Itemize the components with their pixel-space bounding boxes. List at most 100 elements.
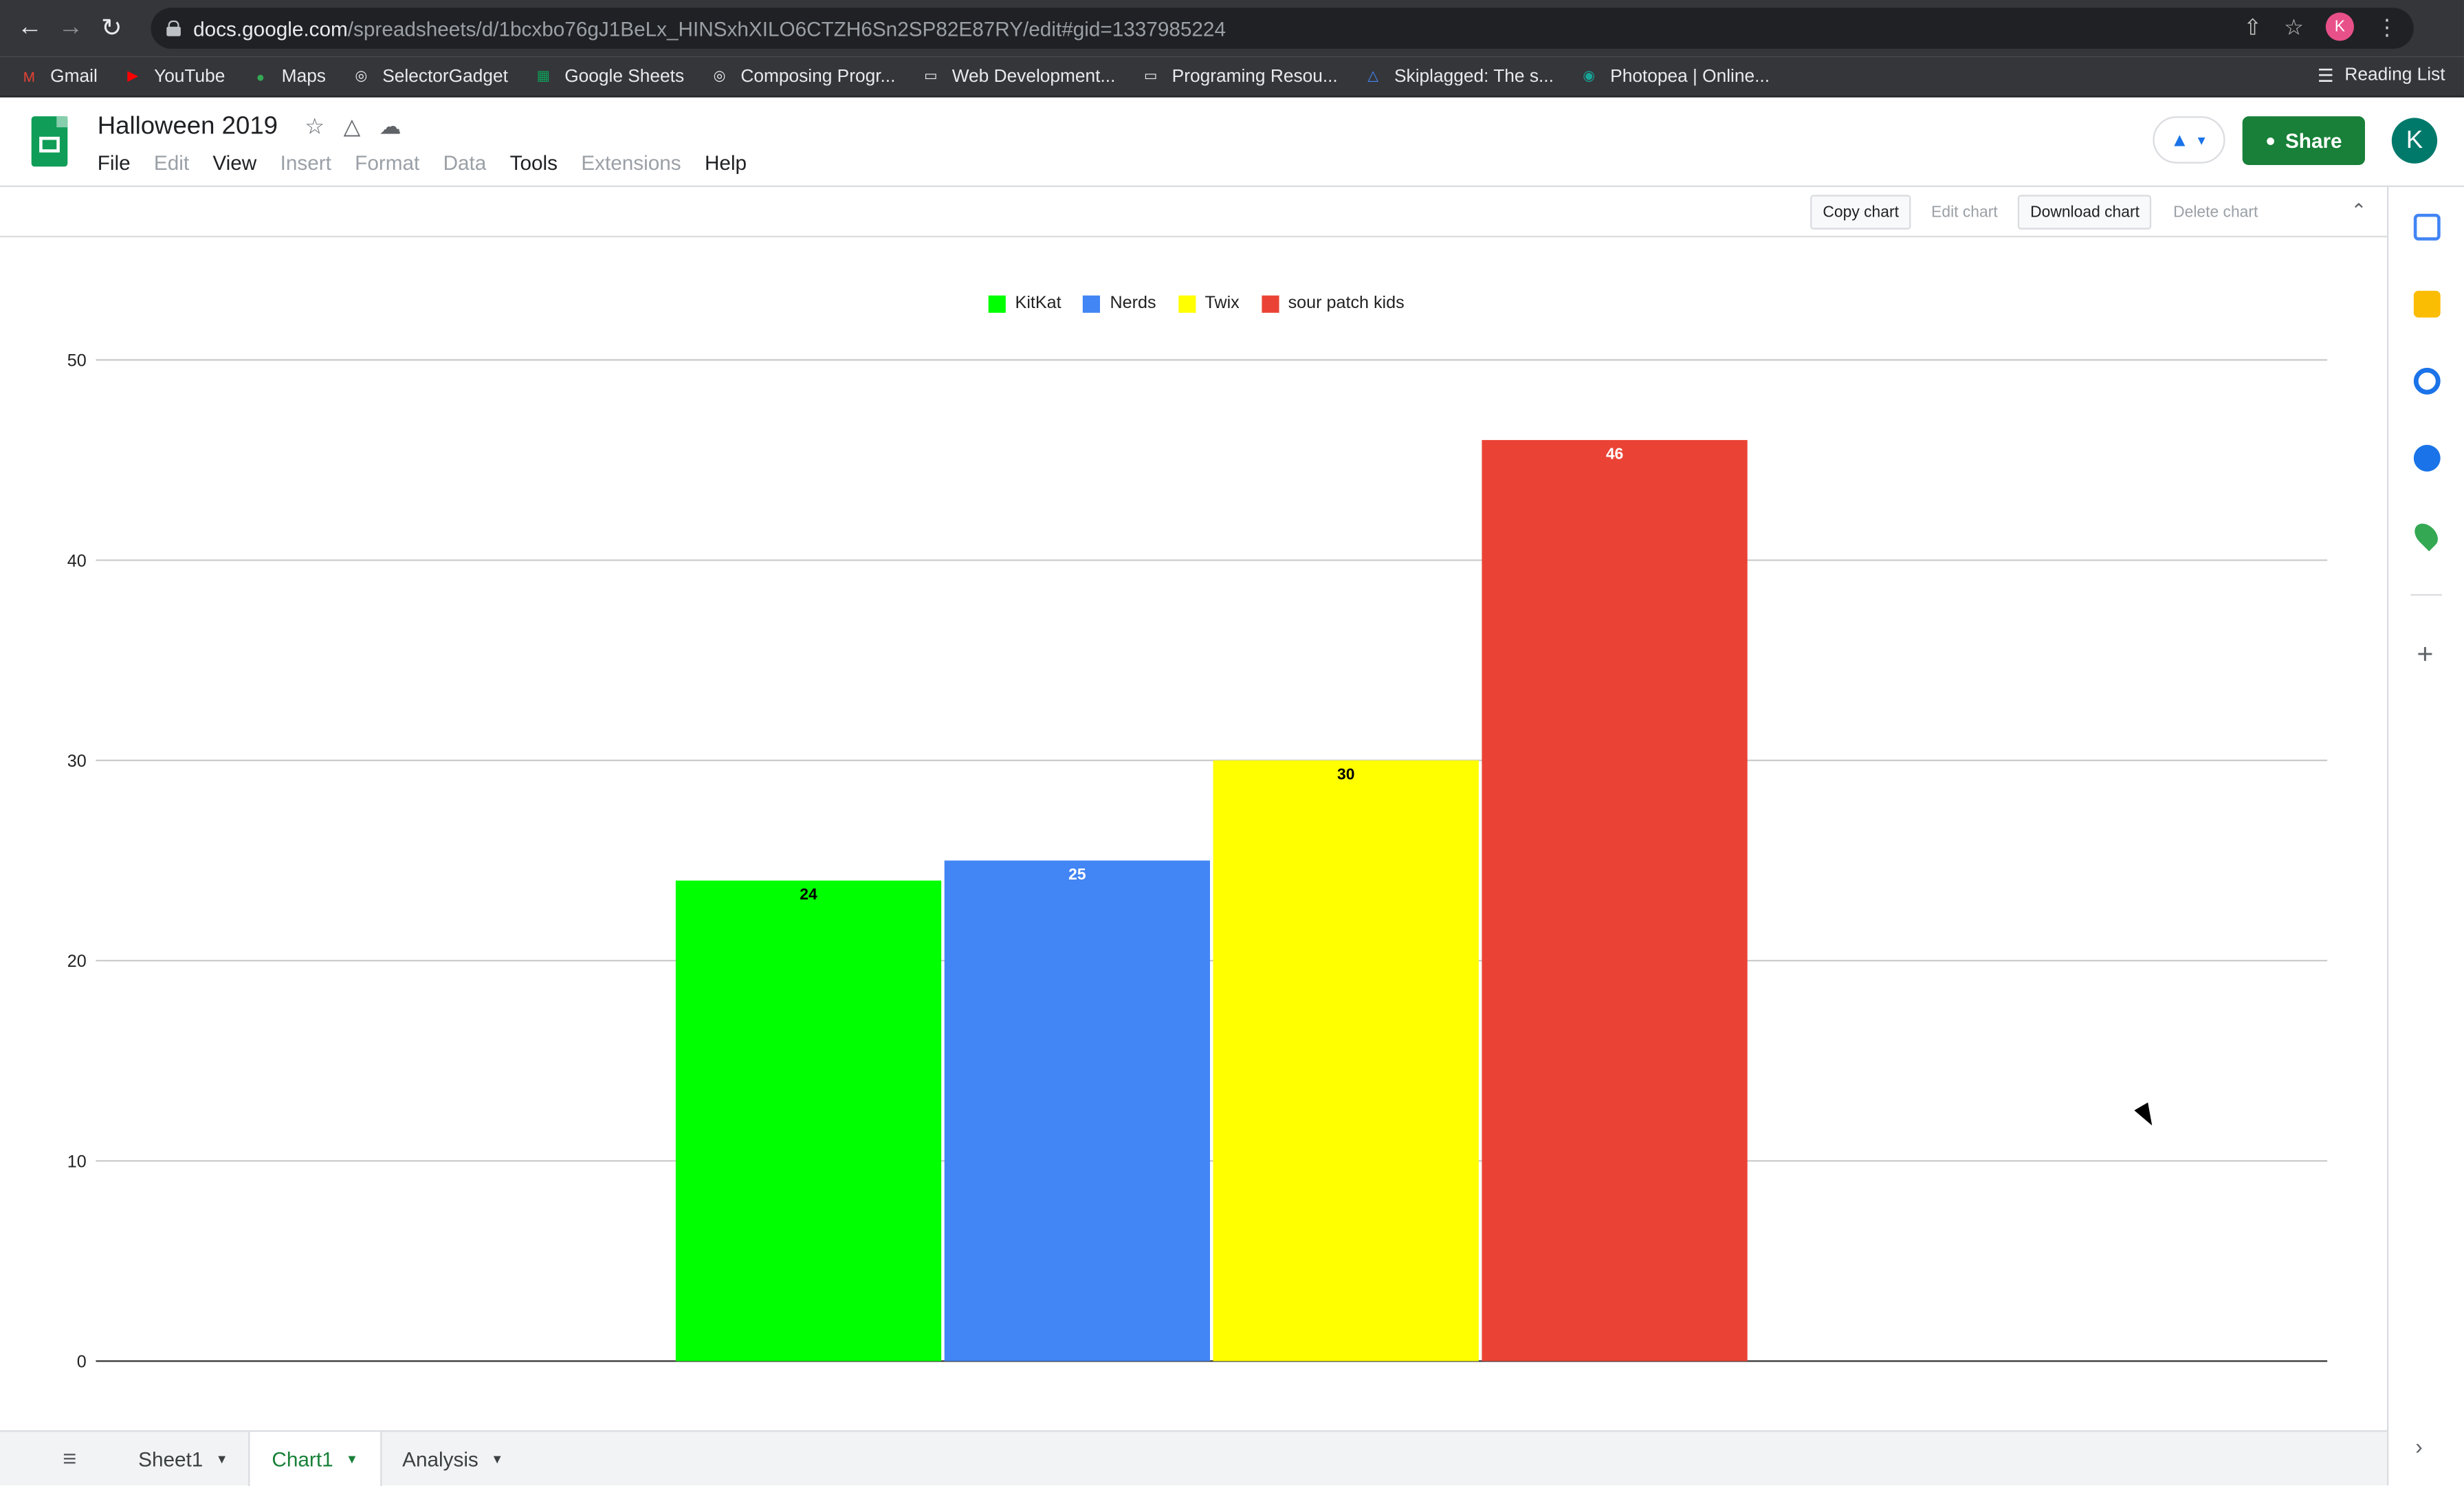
menu-edit[interactable]: Edit xyxy=(154,151,189,174)
chevron-down-icon: ▼ xyxy=(2195,133,2208,147)
gmail-icon: M xyxy=(23,68,35,85)
collapse-toolbar-icon[interactable]: ⌃ xyxy=(2351,199,2366,221)
bookmark-7[interactable]: ▭ Programing Resou... xyxy=(1141,66,1338,87)
side-divider xyxy=(2410,593,2442,596)
bookmark-label: Programing Resou... xyxy=(1172,67,1338,86)
cloud-status-icon[interactable]: ☁ xyxy=(380,113,402,140)
document-title[interactable]: Halloween 2019 xyxy=(98,113,278,142)
calendar-icon[interactable] xyxy=(2413,213,2441,241)
share-page-icon[interactable]: ⇧ xyxy=(2243,13,2262,40)
copy-chart-button[interactable]: Copy chart xyxy=(1810,195,1912,230)
app-window: ← → ↻ docs.google.com/spreadsheets/d/1bc… xyxy=(0,0,2464,1486)
lock-people-icon: ● xyxy=(2265,131,2276,151)
reading-list-label: Reading List xyxy=(2344,65,2445,85)
menu-help[interactable]: Help xyxy=(705,151,747,174)
sheet-tab-analysis[interactable]: Analysis ▼ xyxy=(380,1432,525,1486)
bookmark-5[interactable]: ◎ Composing Progr... xyxy=(710,66,896,87)
star-icon[interactable]: ☆ xyxy=(305,113,324,140)
sheet-tab-chart1[interactable]: Chart1 ▼ xyxy=(248,1432,382,1486)
bookmark-2[interactable]: ● Maps xyxy=(250,66,326,87)
contacts-icon[interactable] xyxy=(2413,444,2441,472)
menu-view[interactable]: View xyxy=(212,151,256,174)
y-tick-label: 50 xyxy=(67,351,87,371)
y-tick-label: 10 xyxy=(67,1152,87,1171)
bookmark-9[interactable]: ◉ Photopea | Online... xyxy=(1578,66,1770,87)
sheet-tab-bar: ≡ Sheet1 ▼ Chart1 ▼ Analysis ▼ xyxy=(0,1430,2387,1486)
get-addons-icon[interactable]: + xyxy=(2417,638,2433,671)
tab-menu-caret-icon[interactable]: ▼ xyxy=(216,1452,228,1467)
bookmark-label: Composing Progr... xyxy=(740,67,896,86)
menu-extensions[interactable]: Extensions xyxy=(581,151,681,174)
data-label: 30 xyxy=(1337,765,1354,783)
reading-list-button[interactable]: ☰ Reading List xyxy=(2318,65,2445,87)
reload-icon[interactable]: ↻ xyxy=(91,8,132,48)
sheets-logo-icon[interactable] xyxy=(31,116,68,167)
y-tick-label: 0 xyxy=(77,1353,87,1372)
account-avatar[interactable]: K xyxy=(2391,118,2438,164)
tab-menu-caret-icon[interactable]: ▼ xyxy=(346,1452,358,1467)
bookmark-3[interactable]: ◎ SelectorGadget xyxy=(351,66,508,87)
data-label: 24 xyxy=(800,885,817,903)
expand-side-panel-icon[interactable]: › xyxy=(2415,1434,2423,1459)
reading-list-icon: ☰ xyxy=(2317,67,2334,87)
bookmark-4[interactable]: ▦ Google Sheets xyxy=(533,66,685,87)
photopea-icon: ◉ xyxy=(1583,67,1596,84)
bar xyxy=(1482,439,1748,1362)
menu-tools[interactable]: Tools xyxy=(510,151,558,174)
maps-icon: ● xyxy=(256,68,265,85)
share-button[interactable]: ● Share xyxy=(2242,116,2365,165)
sheets-icon: ▦ xyxy=(536,67,551,84)
all-sheets-icon[interactable]: ≡ xyxy=(63,1446,76,1473)
menu-bar: File Edit View Insert Format Data Tools Extensi… xyxy=(98,151,771,174)
globe-icon: ◎ xyxy=(355,67,368,84)
bookmark-label: Skiplagged: The s... xyxy=(1394,67,1554,86)
download-chart-button[interactable]: Download chart xyxy=(2017,195,2153,230)
y-tick-label: 40 xyxy=(67,551,87,571)
bookmark-star-icon[interactable]: ☆ xyxy=(2284,13,2304,40)
edit-chart-button[interactable]: Edit chart xyxy=(1920,195,2009,229)
sheet-tab-label: Sheet1 xyxy=(138,1447,204,1472)
tab-menu-caret-icon[interactable]: ▼ xyxy=(491,1452,503,1467)
skiplagged-icon: △ xyxy=(1367,67,1379,84)
bookmark-0[interactable]: M Gmail xyxy=(19,66,98,87)
menu-insert[interactable]: Insert xyxy=(280,151,331,174)
chart-container: KitKat Nerds Twix sour patch kids 0 10 20 30 40… xyxy=(0,237,2387,1430)
bookmark-label: Photopea | Online... xyxy=(1610,67,1770,86)
present-button[interactable]: ▲ ▼ xyxy=(2153,116,2225,164)
delete-chart-button[interactable]: Delete chart xyxy=(2162,195,2269,229)
present-icon: ▲ xyxy=(2170,129,2189,151)
keep-icon[interactable] xyxy=(2413,290,2441,318)
menu-format[interactable]: Format xyxy=(355,151,419,174)
browser-menu-icon[interactable]: ⋮ xyxy=(2376,13,2398,40)
bookmark-8[interactable]: △ Skiplagged: The s... xyxy=(1363,66,1554,87)
globe-icon: ◎ xyxy=(713,67,726,84)
share-label: Share xyxy=(2285,129,2342,153)
move-to-drive-icon[interactable]: △ xyxy=(344,113,361,140)
bar-chart: 0 10 20 30 40 50 24 25 30 46 xyxy=(67,351,2328,1372)
bookmark-6[interactable]: ▭ Web Development... xyxy=(921,66,1115,87)
menu-data[interactable]: Data xyxy=(443,151,487,174)
menu-file[interactable]: File xyxy=(98,151,131,174)
data-label: 25 xyxy=(1068,865,1086,883)
bookmark-label: YouTube xyxy=(154,67,226,86)
back-icon[interactable]: ← xyxy=(10,8,50,48)
bookmark-label: Google Sheets xyxy=(564,67,685,86)
lock-icon xyxy=(166,20,181,36)
address-bar[interactable]: docs.google.com/spreadsheets/d/1bcxbo76g… xyxy=(151,8,2414,49)
sheets-header: Halloween 2019 ☆ △ ☁ File Edit View Insert F… xyxy=(0,97,2464,187)
sheet-tab-sheet1[interactable]: Sheet1 ▼ xyxy=(116,1432,250,1486)
bookmark-1[interactable]: ▶ YouTube xyxy=(122,66,225,87)
youtube-icon: ▶ xyxy=(127,67,139,84)
maps-icon[interactable] xyxy=(2410,518,2443,551)
side-panel: + xyxy=(2386,186,2464,1485)
folder-icon: ▭ xyxy=(1144,67,1158,84)
url-path: /spreadsheets/d/1bcxbo76gJ1BeLx_HINSxhXI… xyxy=(347,16,1226,41)
forward-icon[interactable]: → xyxy=(50,8,91,48)
bookmarks-bar: M Gmail ▶ YouTube ● Maps ◎ SelectorGadget ▦ Googl… xyxy=(0,56,2464,98)
bookmark-label: Gmail xyxy=(50,67,98,86)
y-tick-label: 20 xyxy=(67,952,87,971)
tasks-icon[interactable] xyxy=(2413,367,2441,395)
bookmark-label: Web Development... xyxy=(952,67,1116,86)
profile-avatar[interactable]: K xyxy=(2325,12,2354,41)
browser-toolbar: ← → ↻ docs.google.com/spreadsheets/d/1bc… xyxy=(0,0,2464,57)
